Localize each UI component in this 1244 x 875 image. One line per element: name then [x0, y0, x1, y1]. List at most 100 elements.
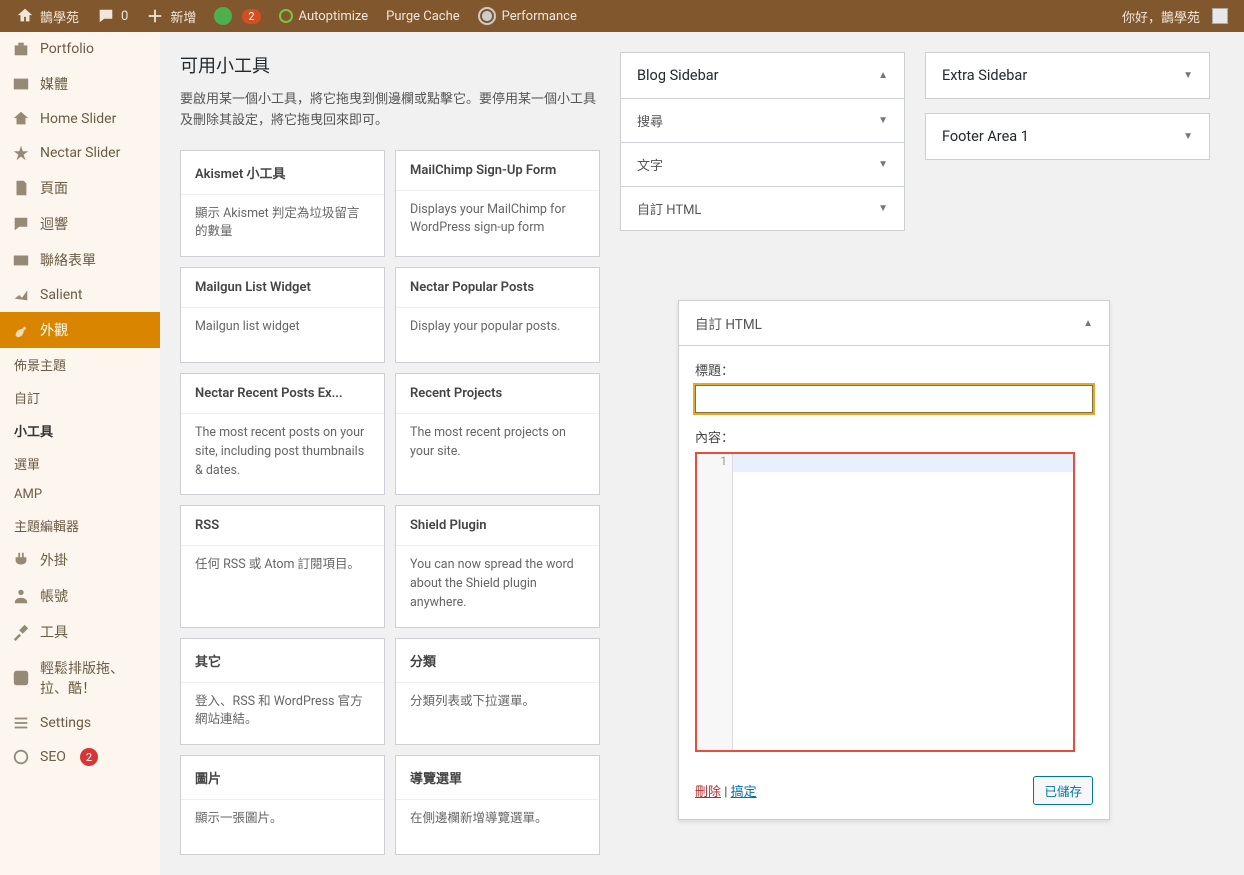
footer1-area: Footer Area 1 ▼: [925, 113, 1210, 160]
chevron-up-icon: ▲: [1083, 318, 1093, 329]
editor-title: 自訂 HTML: [695, 313, 762, 333]
sidebar-item-portfolio[interactable]: Portfolio: [0, 32, 160, 66]
sidebar-item-drag[interactable]: 輕鬆排版拖、拉、酷！: [0, 650, 160, 706]
widget-desc: 在側邊欄新增導覽選單。: [396, 800, 599, 854]
widget-desc: Mailgun list widget: [181, 308, 384, 362]
widget-title: Mailgun List Widget: [181, 268, 384, 308]
available-widget[interactable]: Mailgun List WidgetMailgun list widget: [180, 267, 385, 363]
mail-icon: [12, 251, 30, 269]
plus-icon: [146, 7, 164, 25]
widget-title: Recent Projects: [396, 374, 599, 414]
sidebar-item-settings[interactable]: Settings: [0, 706, 160, 740]
widget-desc: 顯示 Akismet 判定為垃圾留言的數量: [181, 195, 384, 257]
avatar-icon: [1212, 8, 1228, 24]
available-widget[interactable]: Shield PluginYou can now spread the word…: [395, 505, 600, 627]
widget-title: Shield Plugin: [396, 506, 599, 546]
available-widget[interactable]: Nectar Popular PostsDisplay your popular…: [395, 267, 600, 363]
blog-sidebar-area: Blog Sidebar ▲ 搜尋▼文字▼自訂 HTML▼: [620, 52, 905, 231]
available-widget[interactable]: Recent ProjectsThe most recent projects …: [395, 373, 600, 495]
footer1-title: Footer Area 1: [942, 128, 1029, 145]
submenu-item[interactable]: 主題編輯器: [0, 509, 160, 542]
widget-title: Akismet 小工具: [181, 151, 384, 195]
admin-sidebar: Portfolio 媒體 Home Slider Nectar Slider 頁面迴響聯…: [0, 32, 160, 875]
comments-count: 0: [121, 9, 128, 24]
widget-slot[interactable]: 搜尋▼: [621, 98, 904, 142]
sidebar-item-comment[interactable]: 迴響: [0, 206, 160, 242]
widgets-grid: Akismet 小工具顯示 Akismet 判定為垃圾留言的數量MailChim…: [180, 150, 600, 856]
widget-slot-label: 自訂 HTML: [637, 199, 701, 218]
available-widget[interactable]: Akismet 小工具顯示 Akismet 判定為垃圾留言的數量: [180, 150, 385, 258]
widget-title: RSS: [181, 506, 384, 546]
sidebar-item-label: Nectar Slider: [40, 145, 120, 161]
performance-link[interactable]: Performance: [470, 0, 585, 32]
yoast-link[interactable]: 2: [206, 0, 268, 32]
page-title: 可用小工具: [180, 52, 600, 78]
available-widget[interactable]: 導覽選單在側邊欄新增導覽選單。: [395, 755, 600, 855]
performance-label: Performance: [502, 9, 577, 24]
sidebar-item-salient[interactable]: Salient: [0, 278, 160, 312]
sidebar-item-media[interactable]: 媒體: [0, 66, 160, 102]
sidebar-item-star[interactable]: Nectar Slider: [0, 136, 160, 170]
submenu-item[interactable]: AMP: [0, 480, 160, 509]
submenu-item[interactable]: 選單: [0, 447, 160, 480]
widget-slot[interactable]: 自訂 HTML▼: [621, 186, 904, 230]
sidebar-item-label: Settings: [40, 715, 91, 731]
chevron-down-icon: ▼: [878, 115, 888, 126]
new-content-link[interactable]: 新增: [138, 0, 204, 32]
extra-sidebar-head[interactable]: Extra Sidebar ▼: [926, 53, 1209, 98]
chevron-up-icon: ▲: [878, 70, 888, 81]
sidebar-item-user[interactable]: 帳號: [0, 578, 160, 614]
sidebar-item-label: Portfolio: [40, 41, 94, 57]
content-editor[interactable]: 1: [695, 452, 1075, 752]
sidebar-item-tools[interactable]: 工具: [0, 614, 160, 650]
widget-editor-head[interactable]: 自訂 HTML ▲: [679, 301, 1109, 346]
widget-editor-panel: 自訂 HTML ▲ 標題： 內容： 1 刪除 | 搞定 已儲存: [678, 300, 1110, 820]
sidebar-item-label: 輕鬆排版拖、拉、酷！: [40, 658, 148, 698]
done-link[interactable]: 搞定: [731, 785, 757, 800]
widget-title: 其它: [181, 639, 384, 683]
available-widget[interactable]: 圖片顯示一張圖片。: [180, 755, 385, 855]
available-widget[interactable]: RSS任何 RSS 或 Atom 訂閱項目。: [180, 505, 385, 627]
line-number: 1: [697, 454, 733, 468]
available-widget[interactable]: MailChimp Sign-Up FormDisplays your Mail…: [395, 150, 600, 258]
title-input[interactable]: [695, 385, 1093, 413]
delete-link[interactable]: 刪除: [695, 785, 721, 800]
gauge-icon: [478, 7, 496, 25]
widget-desc: 顯示一張圖片。: [181, 800, 384, 854]
account-link[interactable]: 你好，鵲學苑: [1114, 0, 1236, 32]
submenu-item[interactable]: 小工具: [0, 414, 160, 447]
purge-cache-link[interactable]: Purge Cache: [378, 0, 467, 32]
submenu-item[interactable]: 佈景主題: [0, 348, 160, 381]
footer1-head[interactable]: Footer Area 1 ▼: [926, 114, 1209, 159]
available-widget[interactable]: 其它登入、RSS 和 WordPress 官方網站連結。: [180, 638, 385, 746]
widget-desc: The most recent posts on your site, incl…: [181, 414, 384, 494]
sidebar-item-label: 媒體: [40, 74, 68, 94]
blog-sidebar-head[interactable]: Blog Sidebar ▲: [621, 53, 904, 98]
widget-slot-label: 文字: [637, 155, 663, 174]
sidebar-item-mail[interactable]: 聯絡表單: [0, 242, 160, 278]
sidebar-item-appearance[interactable]: 外觀: [0, 312, 160, 348]
submenu-item[interactable]: 自訂: [0, 381, 160, 414]
sidebar-item-page[interactable]: 頁面: [0, 170, 160, 206]
widget-editor-body: 標題： 內容： 1: [679, 346, 1109, 766]
home-icon: [16, 7, 34, 25]
blog-sidebar-title: Blog Sidebar: [637, 67, 719, 84]
sidebar-item-home[interactable]: Home Slider: [0, 102, 160, 136]
portfolio-icon: [12, 40, 30, 58]
help-text: 要啟用某一個小工具，將它拖曳到側邊欄或點擊它。要停用某一個小工具及刪除其設定，將…: [180, 90, 600, 132]
widget-desc: The most recent projects on your site.: [396, 414, 599, 476]
user-icon: [12, 587, 30, 605]
available-widget[interactable]: 分類分類列表或下拉選單。: [395, 638, 600, 746]
extra-sidebar-title: Extra Sidebar: [942, 67, 1027, 84]
comments-link[interactable]: 0: [89, 0, 136, 32]
sidebar-item-label: 工具: [40, 622, 68, 642]
site-link[interactable]: 鵲學苑: [8, 0, 87, 32]
widget-slot[interactable]: 文字▼: [621, 142, 904, 186]
sidebar-item-plugin[interactable]: 外掛: [0, 542, 160, 578]
autoptimize-link[interactable]: Autoptimize: [271, 0, 377, 32]
saved-button[interactable]: 已儲存: [1033, 776, 1093, 805]
plugin-icon: [12, 551, 30, 569]
content-label: 內容：: [695, 427, 1093, 446]
available-widget[interactable]: Nectar Recent Posts Ex...The most recent…: [180, 373, 385, 495]
widget-title: 分類: [396, 639, 599, 683]
